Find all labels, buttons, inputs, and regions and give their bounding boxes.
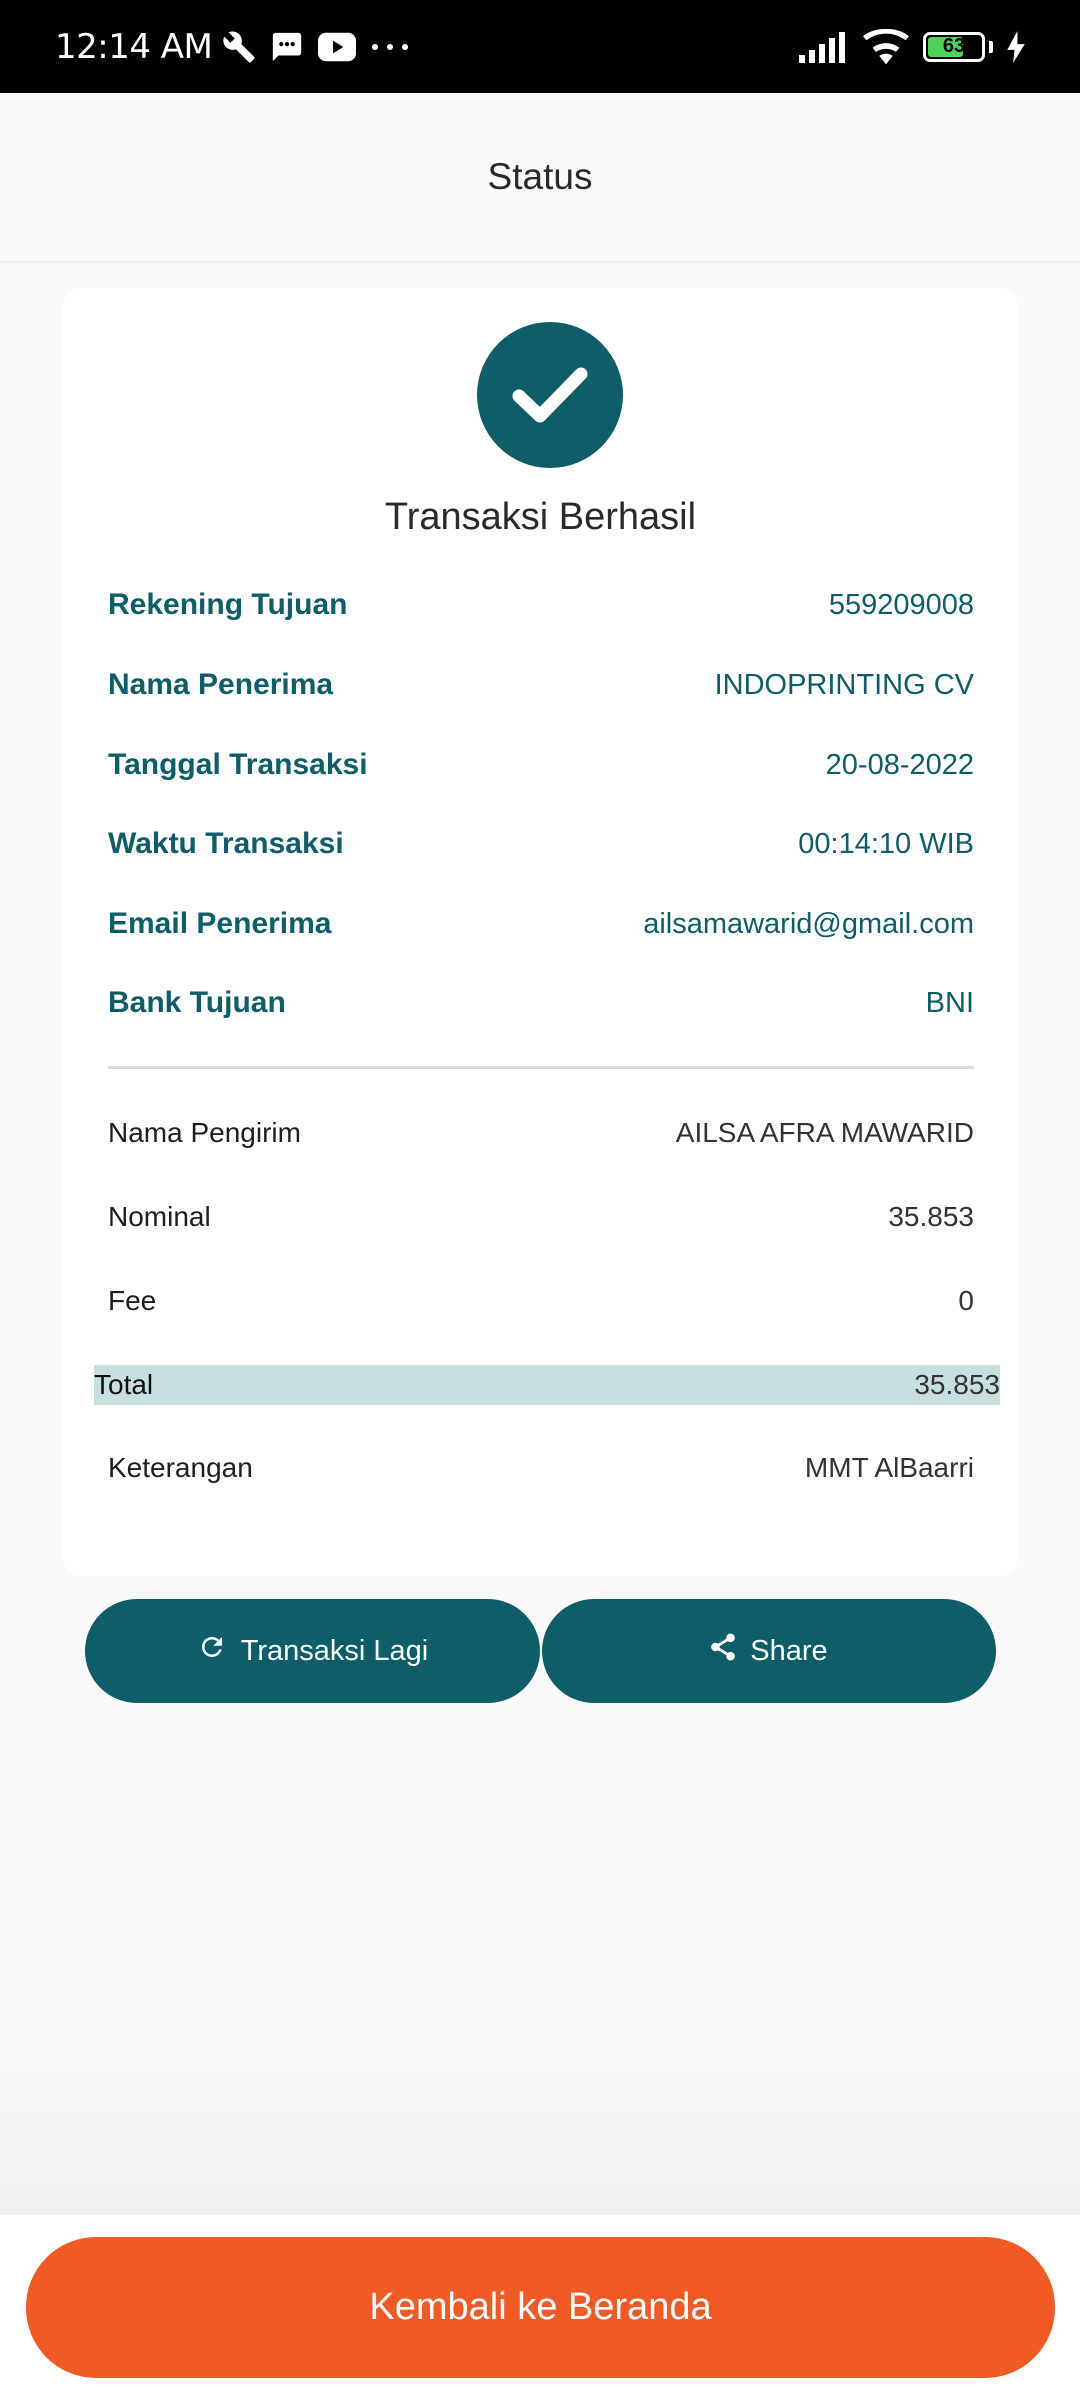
detail-row-rekening-tujuan: Rekening Tujuan 559209008 xyxy=(108,580,974,630)
detail-row-bank-tujuan: Bank Tujuan BNI xyxy=(108,978,974,1028)
detail-label: Nama Penerima xyxy=(108,668,334,701)
info-row-sender: Nama Pengirim AILSA AFRA MAWARID xyxy=(108,1108,974,1158)
detail-row-tanggal-transaksi: Tanggal Transaksi 20-08-2022 xyxy=(108,740,974,790)
check-icon xyxy=(477,322,623,468)
info-row-keterangan: Keterangan MMT AlBaarri xyxy=(108,1443,974,1493)
page-title: Status xyxy=(487,156,593,197)
detail-row-nama-penerima: Nama Penerima INDOPRINTING CV xyxy=(108,660,974,710)
more-icon xyxy=(370,42,410,52)
detail-value: BNI xyxy=(925,986,974,1019)
wrench-icon xyxy=(222,30,256,64)
share-icon xyxy=(710,1633,736,1669)
youtube-icon xyxy=(318,32,357,62)
bottom-fade xyxy=(0,2050,1080,2215)
info-label: Keterangan xyxy=(108,1452,253,1483)
info-row-nominal: Nominal 35.853 xyxy=(108,1192,974,1242)
total-label: Total xyxy=(94,1369,154,1400)
transaksi-lagi-label: Transaksi Lagi xyxy=(240,1634,429,1667)
info-label: Nama Pengirim xyxy=(108,1117,301,1148)
detail-label: Waktu Transaksi xyxy=(108,827,344,860)
kembali-ke-beranda-button[interactable]: Kembali ke Beranda xyxy=(26,2237,1055,2378)
info-label: Fee xyxy=(108,1285,157,1316)
info-row-fee: Fee 0 xyxy=(108,1276,974,1326)
info-value: 0 xyxy=(958,1285,974,1316)
detail-value: ailsamawarid@gmail.com xyxy=(643,907,974,940)
info-value: 35.853 xyxy=(888,1201,974,1232)
detail-label: Tanggal Transaksi xyxy=(108,748,368,781)
divider xyxy=(108,1066,974,1069)
charging-icon xyxy=(1007,30,1025,63)
total-value: 35.853 xyxy=(914,1369,1000,1400)
detail-row-waktu-transaksi: Waktu Transaksi 00:14:10 WIB xyxy=(108,819,974,869)
battery-icon: 63 xyxy=(923,31,985,62)
share-label: Share xyxy=(750,1634,828,1667)
detail-label: Rekening Tujuan xyxy=(108,588,348,621)
detail-value: 20-08-2022 xyxy=(825,748,974,781)
status-bar: 12:14 AM 63 xyxy=(0,0,1080,93)
home-button-label: Kembali ke Beranda xyxy=(369,2286,712,2328)
success-title: Transaksi Berhasil xyxy=(384,496,697,538)
info-value: AILSA AFRA MAWARID xyxy=(675,1117,974,1148)
detail-label: Email Penerima xyxy=(108,907,332,940)
detail-value: INDOPRINTING CV xyxy=(714,668,974,701)
receipt-card: Transaksi Berhasil Rekening Tujuan 55920… xyxy=(63,288,1018,1576)
detail-value: 559209008 xyxy=(828,588,974,621)
share-button[interactable]: Share xyxy=(542,1599,996,1703)
refresh-icon xyxy=(197,1632,227,1670)
wifi-icon xyxy=(863,28,909,65)
total-row: Total 35.853 xyxy=(94,1365,1000,1405)
signal-icon xyxy=(799,31,849,63)
message-icon xyxy=(270,30,304,64)
battery-level: 63 xyxy=(942,35,966,57)
detail-value: 00:14:10 WIB xyxy=(798,827,974,860)
page-header: Status xyxy=(0,93,1080,263)
detail-label: Bank Tujuan xyxy=(108,986,286,1019)
transaksi-lagi-button[interactable]: Transaksi Lagi xyxy=(85,1599,540,1703)
status-time: 12:14 AM xyxy=(55,26,213,67)
info-value: MMT AlBaarri xyxy=(804,1452,974,1483)
info-label: Nominal xyxy=(108,1201,211,1232)
detail-row-email-penerima: Email Penerima ailsamawarid@gmail.com xyxy=(108,899,974,949)
